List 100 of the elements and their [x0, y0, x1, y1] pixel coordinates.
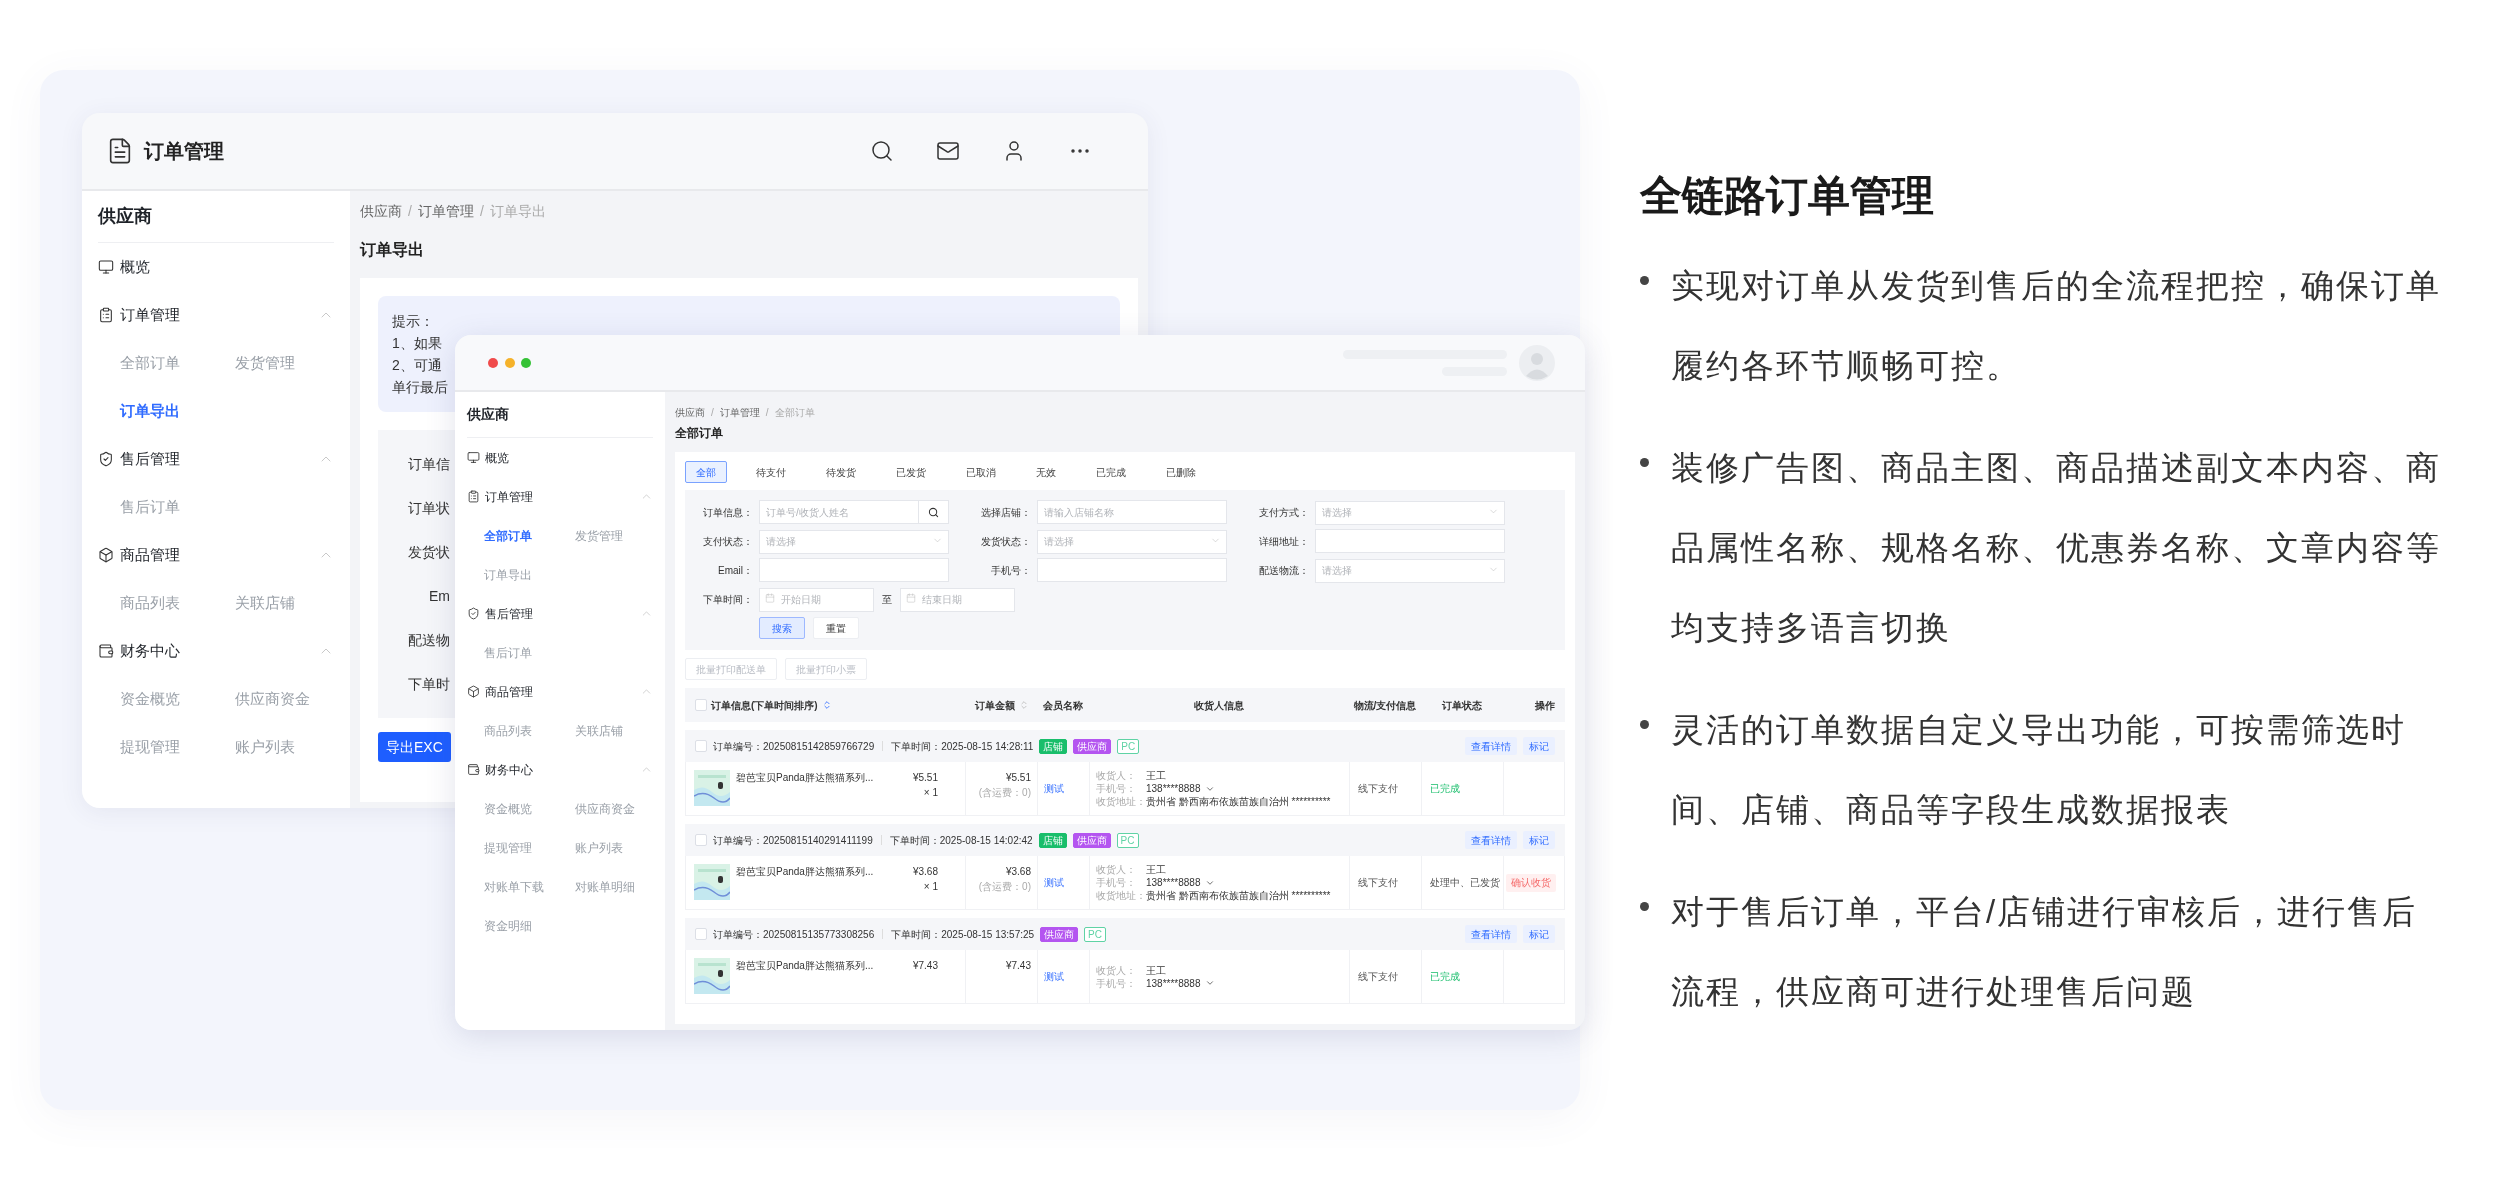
tab[interactable]: 已删除 — [1155, 461, 1207, 483]
select-field[interactable]: 请选择 — [1315, 500, 1505, 525]
tag: 供应商 — [1073, 738, 1112, 754]
date-field[interactable]: 开始日期 — [759, 587, 874, 612]
breadcrumb-link[interactable]: 供应商 — [675, 404, 705, 420]
nav-group-item[interactable]: 订单管理 — [98, 291, 334, 339]
text-field[interactable] — [759, 558, 949, 582]
nav-item[interactable]: 订单导出 — [484, 565, 532, 584]
mark-button[interactable]: 标记 — [1523, 925, 1555, 943]
tab[interactable]: 全部 — [685, 461, 727, 483]
text-field[interactable] — [1037, 558, 1227, 582]
nav-item[interactable]: 订单导出 — [120, 399, 180, 423]
text-field[interactable]: 请输入店铺名称 — [1037, 500, 1227, 524]
checkbox[interactable] — [695, 928, 707, 940]
nav-item[interactable]: 账户列表 — [575, 838, 623, 857]
filter-label: 支付方式： — [1258, 505, 1309, 520]
member-link[interactable]: 测试 — [1044, 969, 1064, 984]
chevron-icon[interactable] — [1204, 978, 1215, 988]
unit-price: ¥7.43 — [912, 959, 938, 973]
unit-price: ¥3.68 — [912, 865, 938, 879]
tip-text: 1、如果 — [392, 334, 442, 353]
nav-group-item[interactable]: 财务中心 — [98, 627, 334, 675]
nav-item[interactable]: 全部订单 — [484, 526, 532, 545]
nav-item[interactable]: 对账单下载 — [484, 877, 544, 896]
nav-item[interactable]: 关联店铺 — [575, 721, 623, 740]
order-status: 已完成 — [1430, 782, 1460, 796]
receiver-label: 收货地址： — [1096, 889, 1146, 903]
breadcrumb-link[interactable]: 订单管理 — [417, 200, 474, 222]
view-details-button[interactable]: 查看详情 — [1465, 831, 1517, 849]
tab[interactable]: 待支付 — [745, 461, 797, 483]
nav-item[interactable]: 商品列表 — [484, 721, 532, 740]
nav-item[interactable]: 发货管理 — [575, 526, 623, 545]
search-icon[interactable] — [870, 139, 894, 163]
order-status: 已完成 — [1430, 970, 1460, 984]
member-link[interactable]: 测试 — [1044, 781, 1064, 796]
nav-item[interactable]: 供应商资金 — [575, 799, 635, 818]
nav-group-item[interactable]: 售后管理 — [98, 435, 334, 483]
breadcrumb-link[interactable]: 供应商 — [360, 200, 402, 222]
payment-method: 线下支付 — [1358, 782, 1398, 796]
column-header: 订单信息(下单时间排序) — [711, 698, 818, 713]
view-details-button[interactable]: 查看详情 — [1465, 925, 1517, 943]
avatar-icon[interactable] — [1519, 344, 1555, 381]
view-details-button[interactable]: 查看详情 — [1465, 737, 1517, 755]
tab[interactable]: 已发货 — [885, 461, 937, 483]
nav-item[interactable]: 发货管理 — [235, 351, 295, 375]
checkbox[interactable] — [695, 834, 707, 846]
nav-item[interactable]: 资金明细 — [484, 916, 532, 935]
tag: PC — [1117, 738, 1140, 754]
nav-group-item[interactable]: 商品管理 — [98, 531, 334, 579]
checkbox[interactable] — [695, 699, 707, 711]
nav-item[interactable]: 售后订单 — [120, 495, 180, 519]
sidebar-title: 供应商 — [467, 405, 509, 424]
search-button[interactable]: 搜索 — [759, 617, 805, 639]
confirm-receipt-button[interactable]: 确认收货 — [1506, 873, 1556, 892]
reset-button[interactable]: 重置 — [813, 617, 859, 639]
breadcrumb-link[interactable]: 订单管理 — [719, 404, 760, 420]
sort-icon[interactable] — [821, 700, 832, 710]
nav-group-item[interactable]: 财务中心 — [467, 750, 653, 789]
tip-text: 单行最后 — [392, 378, 448, 397]
shield-icon — [467, 607, 480, 620]
mail-icon[interactable] — [936, 139, 960, 163]
select-field[interactable]: 请选择 — [759, 529, 949, 554]
nav-group-item[interactable]: 概览 — [467, 438, 653, 477]
text-field[interactable] — [1315, 529, 1505, 553]
nav-group-item[interactable]: 概览 — [98, 243, 334, 291]
breadcrumb-link[interactable]: 全部订单 — [774, 404, 815, 420]
feature-text: 灵活的订单数据自定义导出功能，可按需筛选时间、店铺、商品等字段生成数据报表 — [1671, 710, 2407, 830]
nav-item[interactable]: 对账单明细 — [575, 877, 635, 896]
nav-item[interactable]: 提现管理 — [484, 838, 532, 857]
member-link[interactable]: 测试 — [1044, 875, 1064, 890]
nav-item[interactable]: 提现管理 — [120, 735, 180, 759]
nav-group-item[interactable]: 售后管理 — [467, 594, 653, 633]
select-field[interactable]: 请选择 — [1037, 529, 1227, 554]
nav-item[interactable]: 关联店铺 — [235, 591, 295, 615]
search-field[interactable]: 订单号/收货人姓名 — [759, 500, 919, 524]
search-button[interactable] — [919, 500, 949, 524]
nav-item[interactable]: 账户列表 — [235, 735, 295, 759]
mark-button[interactable]: 标记 — [1523, 737, 1555, 755]
date-field[interactable]: 结束日期 — [900, 587, 1015, 612]
sort-icon[interactable] — [1019, 700, 1029, 710]
nav-item[interactable]: 全部订单 — [120, 351, 180, 375]
breadcrumb-link[interactable]: 订单导出 — [489, 200, 546, 222]
order-number: 订单编号：20250815135773308256 — [713, 927, 875, 942]
tab[interactable]: 已取消 — [955, 461, 1007, 483]
calendar-icon — [765, 593, 775, 604]
nav-group-item[interactable]: 订单管理 — [467, 477, 653, 516]
select-field[interactable]: 请选择 — [1315, 558, 1505, 583]
checkbox[interactable] — [695, 740, 707, 752]
filter-label: 详细地址： — [1258, 534, 1309, 549]
nav-item[interactable]: 资金概览 — [484, 799, 532, 818]
nav-item[interactable]: 资金概览 — [120, 687, 180, 711]
nav-item[interactable]: 商品列表 — [120, 591, 180, 615]
nav-item[interactable]: 供应商资金 — [235, 687, 310, 711]
tab[interactable]: 已完成 — [1085, 461, 1137, 483]
export-button[interactable]: 导出EXC — [378, 732, 451, 762]
nav-item[interactable]: 售后订单 — [484, 643, 532, 662]
tab[interactable]: 待发货 — [815, 461, 867, 483]
mark-button[interactable]: 标记 — [1523, 831, 1555, 849]
nav-group-item[interactable]: 商品管理 — [467, 672, 653, 711]
tab[interactable]: 无效 — [1025, 461, 1067, 483]
